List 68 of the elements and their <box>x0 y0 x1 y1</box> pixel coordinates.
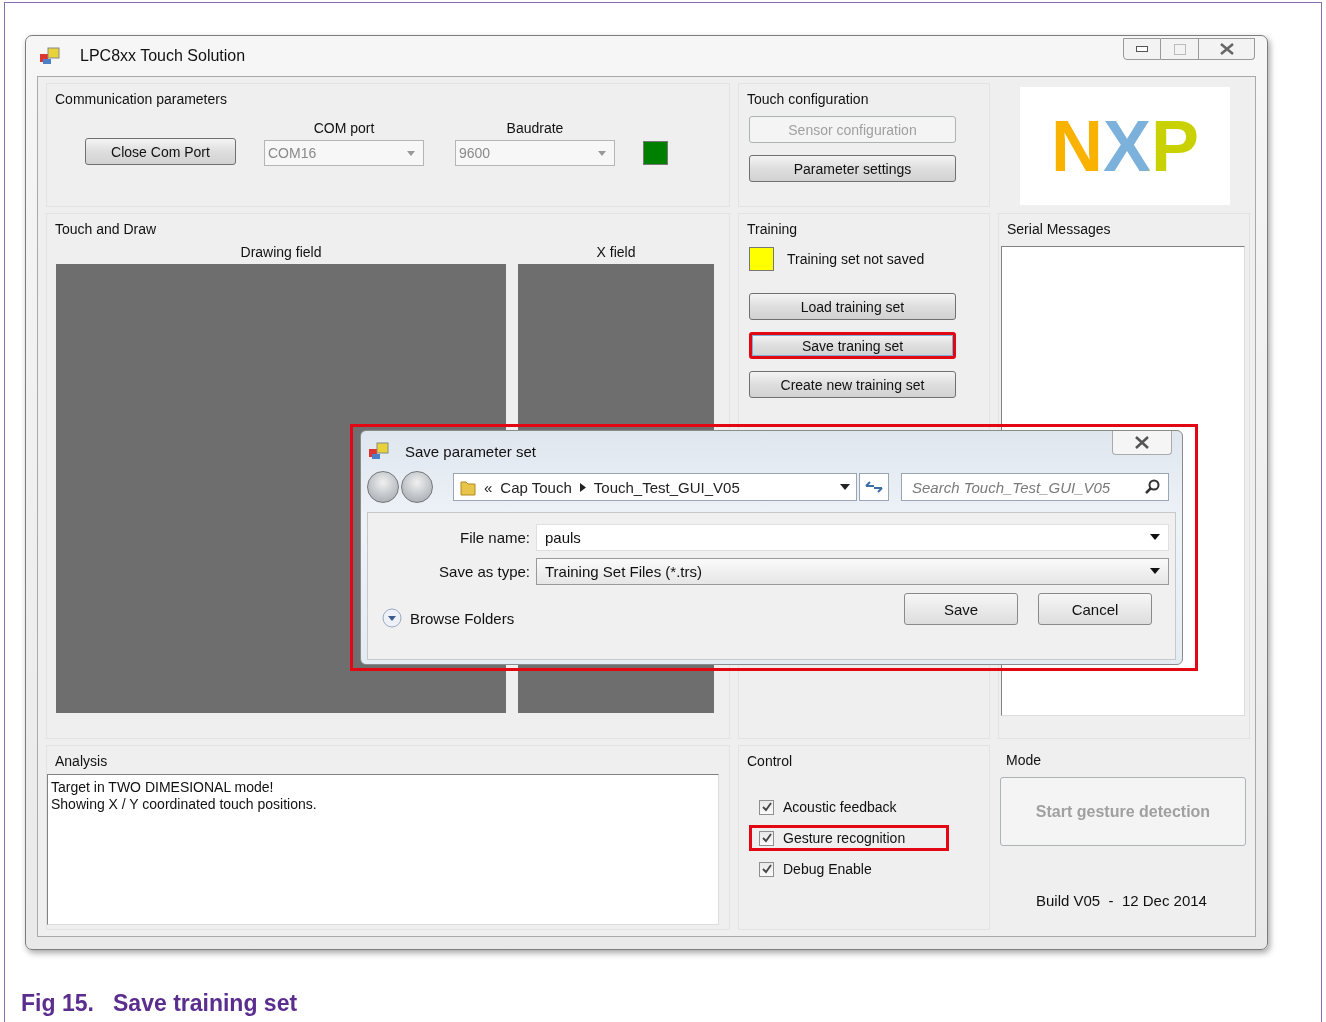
config-button[interactable]: Parameter settings <box>749 155 956 182</box>
training-button[interactable]: Create new training set <box>749 371 956 398</box>
dialog-button[interactable]: Cancel <box>1038 593 1152 625</box>
caret-icon <box>598 150 606 156</box>
group-title: Touch configuration <box>746 90 870 109</box>
check-icon <box>761 833 772 843</box>
file-name-field[interactable]: pauls <box>536 523 1169 551</box>
field-label: Save as type: <box>438 562 530 580</box>
expand-icon <box>382 608 402 628</box>
path-segment[interactable]: Touch_Test_GUI_V05 <box>593 478 740 496</box>
search-field[interactable]: Search Touch_Test_GUI_V05 <box>901 473 1169 501</box>
log-line: Target in TWO DIMESIONAL mode! <box>51 779 274 796</box>
figure-caption: Fig 15. Save training set <box>21 990 298 1016</box>
field-label: Drawing field <box>240 244 322 260</box>
minimize-button[interactable] <box>1123 38 1161 60</box>
close-button[interactable] <box>1199 38 1255 60</box>
check-icon <box>761 802 772 812</box>
close-icon <box>1134 436 1150 449</box>
caret-icon <box>1150 568 1160 574</box>
checkbox[interactable] <box>759 861 774 877</box>
group-title: Mode <box>1005 751 1043 770</box>
checkbox[interactable] <box>759 830 774 846</box>
field-label: X field <box>596 244 636 260</box>
caret-icon <box>840 484 850 490</box>
chevron-icon <box>579 482 586 492</box>
checkbox-label: Debug Enable <box>783 861 872 877</box>
app-icon <box>40 47 60 65</box>
field-label: COM port <box>312 120 376 136</box>
minimize-icon <box>1136 46 1148 52</box>
refresh-icon <box>865 480 883 494</box>
address-bar[interactable]: « Cap Touch Touch_Test_GUI_V05 <box>453 473 857 501</box>
dialog-button[interactable]: Save <box>904 593 1018 625</box>
group-title: Analysis <box>54 752 109 771</box>
browse-folders-link[interactable]: Browse Folders <box>410 609 515 627</box>
group-title: Touch and Draw <box>54 220 158 239</box>
group-title: Control <box>746 752 794 771</box>
app-icon <box>369 442 389 460</box>
folder-icon <box>460 478 476 496</box>
close-port-button[interactable]: Close Com Port <box>85 138 236 165</box>
caret-icon <box>407 150 415 156</box>
log-line: Showing X / Y coordinated touch positions. <box>51 796 317 813</box>
dialog-title: Save parameter set <box>405 442 536 460</box>
search-icon <box>1144 479 1160 495</box>
training-button[interactable]: Save traning set <box>749 332 956 359</box>
group-title: Training <box>746 220 799 239</box>
status-text: Training set not saved <box>787 251 925 267</box>
logo: NXP <box>1020 87 1230 205</box>
refresh-button[interactable] <box>859 473 889 501</box>
forward-button[interactable] <box>401 471 433 503</box>
path-segment[interactable]: Cap Touch <box>500 478 572 496</box>
path-prefix: « <box>484 478 493 496</box>
file-type-dropdown[interactable]: Training Set Files (*.trs) <box>536 557 1169 585</box>
back-button[interactable] <box>367 471 399 503</box>
checkbox[interactable] <box>759 799 774 815</box>
maximize-icon <box>1173 43 1186 55</box>
checkbox-label: Acoustic feedback <box>783 799 897 815</box>
close-button[interactable] <box>1112 431 1172 455</box>
field-label: File name: <box>458 528 530 546</box>
close-icon <box>1218 43 1235 55</box>
caret-icon <box>1150 534 1160 540</box>
window-title: LPC8xx Touch Solution <box>80 47 246 65</box>
training-button[interactable]: Load training set <box>749 293 956 320</box>
build-label: Build V05 - 12 Dec 2014 <box>1036 892 1208 909</box>
checkbox-label: Gesture recognition <box>783 830 906 846</box>
check-icon <box>761 864 772 874</box>
group-title: Communication parameters <box>54 90 228 109</box>
group-title: Serial Messages <box>1006 220 1112 239</box>
field-label: Baudrate <box>505 120 565 136</box>
